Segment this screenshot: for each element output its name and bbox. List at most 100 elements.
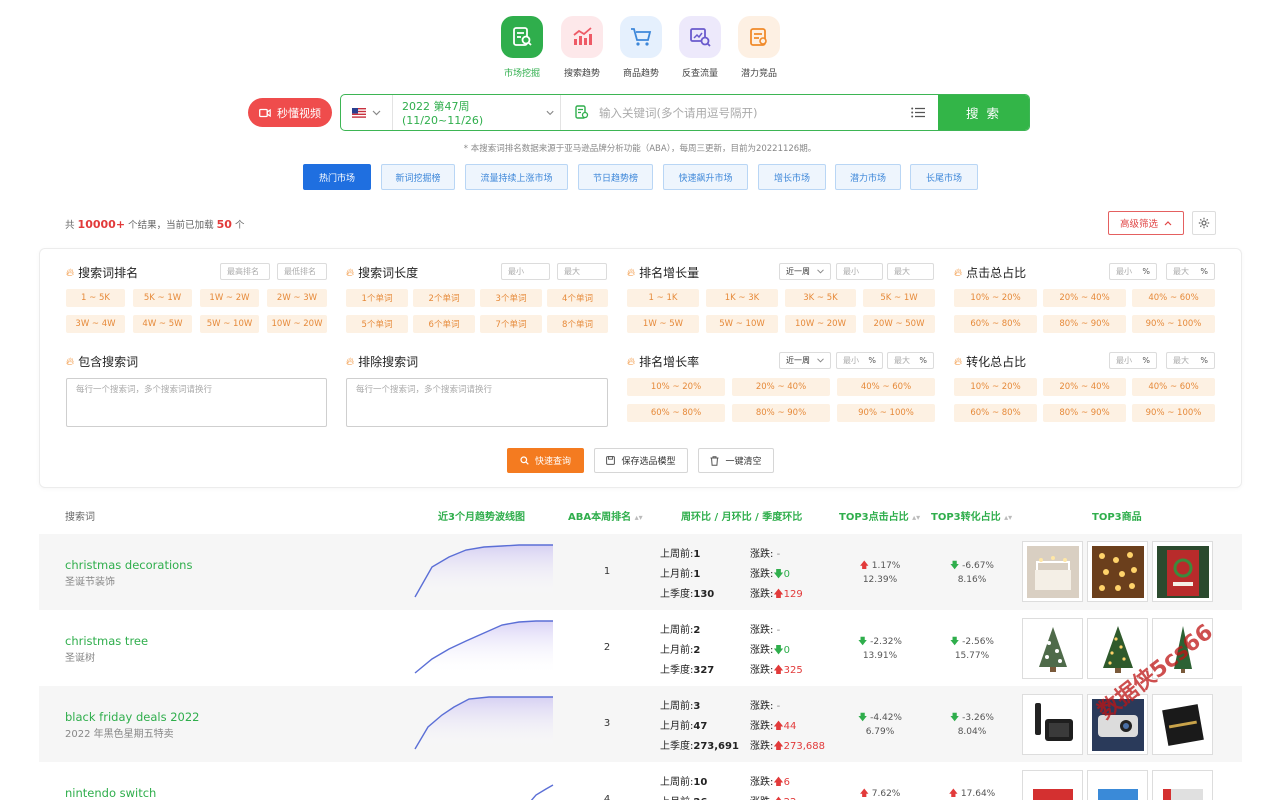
rank-rate-period-select[interactable]: 近一周	[779, 352, 831, 369]
rank-chip[interactable]: 1W ~ 2W	[200, 289, 259, 307]
rank-rate-chip[interactable]: 10% ~ 20%	[627, 378, 725, 396]
gift-card-product-icon[interactable]	[1152, 694, 1213, 755]
rank-chip[interactable]: 2W ~ 3W	[267, 289, 327, 307]
col-header-top3-click[interactable]: TOP3点击占比 ▴▾	[839, 508, 920, 523]
length-chip[interactable]: 7个单词	[480, 315, 542, 333]
click-share-chip[interactable]: 60% ~ 80%	[954, 315, 1037, 333]
tab-hot-market[interactable]: 热门市场	[303, 164, 371, 190]
click-share-chip[interactable]: 90% ~ 100%	[1132, 315, 1215, 333]
bulk-list-button[interactable]	[898, 95, 938, 130]
rank-growth-chip[interactable]: 3K ~ 5K	[785, 289, 856, 307]
conversion-chip[interactable]: 90% ~ 100%	[1132, 404, 1215, 422]
click-value: 6.79%	[865, 727, 895, 737]
settings-button[interactable]	[1192, 211, 1216, 235]
rank-growth-min-placeholder: 最小	[843, 267, 859, 276]
rank-growth-max-input[interactable]: 最大	[887, 263, 934, 280]
search-button[interactable]: 搜 索	[938, 95, 1029, 130]
switch-lite-product-icon[interactable]	[1087, 770, 1148, 800]
rank-growth-chip[interactable]: 1K ~ 3K	[706, 289, 778, 307]
rank-growth-chip[interactable]: 20W ~ 50W	[863, 315, 935, 333]
tab-holiday-trend[interactable]: 节日趋势榜	[578, 164, 653, 190]
country-select[interactable]	[341, 95, 393, 130]
week-select[interactable]: 2022 第47周 (11/20~11/26)	[393, 95, 561, 130]
clear-all-button[interactable]: 一键清空	[698, 448, 774, 473]
rank-chip[interactable]: 5W ~ 10W	[200, 315, 259, 333]
col-header-aba-rank[interactable]: ABA本周排名 ▴▾	[568, 508, 643, 523]
rank-chip[interactable]: 10W ~ 20W	[267, 315, 327, 333]
rank-growth-chip[interactable]: 1W ~ 5W	[627, 315, 699, 333]
length-chip[interactable]: 2个单词	[413, 289, 475, 307]
rank-chip[interactable]: 3W ~ 4W	[66, 315, 125, 333]
click-share-chip[interactable]: 10% ~ 20%	[954, 289, 1037, 307]
conversion-chip[interactable]: 60% ~ 80%	[954, 404, 1037, 422]
keyword-link[interactable]: christmas tree	[65, 634, 148, 648]
tab-rising-traffic[interactable]: 流量持续上涨市场	[465, 164, 568, 190]
rank-growth-chip[interactable]: 1 ~ 1K	[627, 289, 699, 307]
length-min-input[interactable]: 最小	[501, 263, 550, 280]
keyword-link[interactable]: christmas decorations	[65, 558, 192, 572]
length-max-input[interactable]: 最大	[557, 263, 607, 280]
keyword-input[interactable]: 输入关键词(多个请用逗号隔开)	[561, 95, 898, 130]
conversion-min-input[interactable]: 最小%	[1109, 352, 1157, 369]
rank-growth-chip[interactable]: 5K ~ 1W	[863, 289, 935, 307]
length-chip[interactable]: 5个单词	[346, 315, 408, 333]
length-chip[interactable]: 8个单词	[547, 315, 608, 333]
click-share-max-input[interactable]: 最大%	[1166, 263, 1215, 280]
rank-chip[interactable]: 4W ~ 5W	[133, 315, 192, 333]
switch-oled-product-icon[interactable]	[1152, 770, 1213, 800]
christmas-door-cover-product-icon[interactable]	[1152, 541, 1213, 602]
rank-max-input[interactable]: 最低排名	[277, 263, 327, 280]
length-chip[interactable]: 1个单词	[346, 289, 408, 307]
rank-rate-chip[interactable]: 60% ~ 80%	[627, 404, 725, 422]
tab-new-words[interactable]: 新词挖掘榜	[381, 164, 455, 190]
col-header-top3-conversion[interactable]: TOP3转化占比 ▴▾	[931, 508, 1012, 523]
keyword-link[interactable]: nintendo switch	[65, 786, 156, 800]
click-share-chip[interactable]: 40% ~ 60%	[1132, 289, 1215, 307]
rank-rate-max-input[interactable]: 最大%	[887, 352, 934, 369]
rank-growth-period-select[interactable]: 近一周	[779, 263, 831, 280]
rank-growth-min-input[interactable]: 最小	[836, 263, 883, 280]
rank-chip[interactable]: 1 ~ 5K	[66, 289, 125, 307]
rank-chip[interactable]: 5K ~ 1W	[133, 289, 192, 307]
flashlight-kit-product-icon[interactable]	[1022, 694, 1083, 755]
tab-potential-market[interactable]: 潜力市场	[835, 164, 901, 190]
conversion-chip[interactable]: 80% ~ 90%	[1043, 404, 1126, 422]
table-row: christmas tree 圣诞树 2 上周前:2 上月前:2 上季度:327…	[39, 610, 1242, 686]
tab-long-tail[interactable]: 长尾市场	[910, 164, 978, 190]
rank-rate-chip[interactable]: 80% ~ 90%	[732, 404, 830, 422]
include-keywords-textarea[interactable]: 每行一个搜索词，多个搜索词请换行	[66, 378, 327, 427]
table-row: black friday deals 2022 2022 年黑色星期五特卖 3 …	[39, 686, 1242, 762]
advanced-filter-button[interactable]: 高级筛选	[1108, 211, 1184, 235]
rank-growth-chip[interactable]: 10W ~ 20W	[785, 315, 856, 333]
length-max-placeholder: 最大	[564, 267, 580, 276]
conversion-chip[interactable]: 10% ~ 20%	[954, 378, 1037, 396]
quick-query-button[interactable]: 快速查询	[507, 448, 584, 473]
length-chip[interactable]: 3个单词	[480, 289, 542, 307]
rank-rate-chip[interactable]: 20% ~ 40%	[732, 378, 830, 396]
market-mining-icon	[501, 16, 543, 58]
length-chip[interactable]: 4个单词	[547, 289, 608, 307]
click-share-min-input[interactable]: 最小%	[1109, 263, 1157, 280]
nav-potential-competitor[interactable]: 潜力竞品	[724, 16, 794, 79]
conversion-chip[interactable]: 20% ~ 40%	[1043, 378, 1126, 396]
rank-rate-chip[interactable]: 90% ~ 100%	[837, 404, 935, 422]
click-share-chip[interactable]: 20% ~ 40%	[1043, 289, 1126, 307]
rank-growth-chip[interactable]: 5W ~ 10W	[706, 315, 778, 333]
conversion-max-input[interactable]: 最大%	[1166, 352, 1215, 369]
snow-christmas-tree-product-icon[interactable]	[1022, 618, 1083, 679]
rank-rate-min-input[interactable]: 最小%	[836, 352, 883, 369]
length-chip[interactable]: 6个单词	[413, 315, 475, 333]
click-share-chip[interactable]: 80% ~ 90%	[1043, 315, 1126, 333]
keyword-link[interactable]: black friday deals 2022	[65, 710, 200, 724]
lights-display-product-icon[interactable]	[1022, 541, 1083, 602]
rank-rate-chip[interactable]: 40% ~ 60%	[837, 378, 935, 396]
exclude-keywords-textarea[interactable]: 每行一个搜索词，多个搜索词请换行	[346, 378, 608, 427]
video-guide-button[interactable]: 秒懂视频	[248, 98, 332, 127]
rank-min-input[interactable]: 最高排名	[220, 263, 270, 280]
save-model-button[interactable]: 保存选品模型	[594, 448, 688, 473]
tab-growth-market[interactable]: 增长市场	[758, 164, 826, 190]
switch-console-product-icon[interactable]	[1022, 770, 1083, 800]
conversion-chip[interactable]: 40% ~ 60%	[1132, 378, 1215, 396]
tab-fast-rising[interactable]: 快速飙升市场	[663, 164, 748, 190]
string-lights-product-icon[interactable]	[1087, 541, 1148, 602]
